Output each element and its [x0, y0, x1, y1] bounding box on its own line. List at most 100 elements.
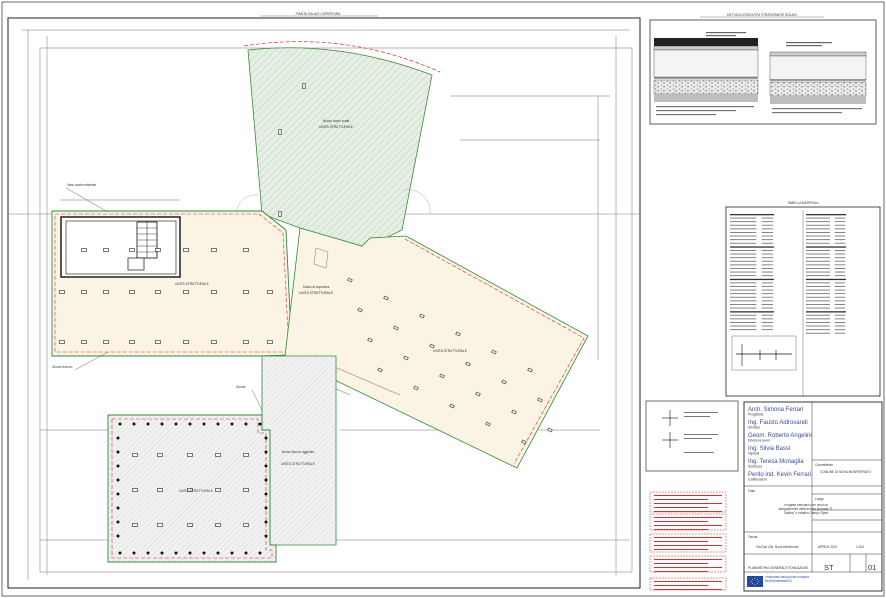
table-text-line [806, 304, 830, 305]
table-text-line [834, 217, 846, 219]
pile-marker [116, 520, 120, 524]
table-text-line [834, 304, 846, 305]
red-note-line [654, 559, 722, 560]
table-text-line [834, 275, 846, 277]
table-text-line [761, 264, 774, 266]
pile-marker [116, 464, 120, 468]
pile-marker [264, 464, 268, 468]
table-text-line [806, 314, 830, 316]
table-text-line [730, 250, 757, 251]
table-text-line [834, 300, 846, 302]
team-role-2: Strutture [748, 426, 760, 430]
unit-label-center: UNITÀ STRUTTURALE [299, 291, 333, 295]
pile-marker [216, 422, 220, 426]
upper-label: Solaio di copertura [303, 285, 330, 289]
scale-value: 1:100 [856, 545, 864, 549]
table-text-line [730, 304, 757, 305]
pile-marker [230, 551, 234, 555]
red-note-line [654, 525, 722, 526]
existing-stair-room [60, 216, 181, 278]
table-text-line [761, 271, 774, 273]
lower-mid-label: Nuovo blocco aggiunto [282, 450, 315, 454]
table-text-line [806, 332, 830, 334]
pile-marker [146, 551, 150, 555]
team-role-6: Collaboratore [748, 478, 767, 482]
table-text-line [806, 260, 830, 262]
table-text-line [806, 264, 830, 266]
column-marker [129, 248, 135, 252]
table-text-line [730, 260, 757, 262]
lower-mid-unit: UNITÀ STRUTTURALE [281, 462, 315, 466]
project-description: Progetto esecutivo per lavori di adeguam… [778, 504, 834, 515]
team-role-5: Sicurezza [748, 465, 762, 469]
table-text-line [806, 221, 830, 223]
table-text-line [730, 271, 757, 273]
column-marker [155, 248, 161, 252]
column-marker [59, 340, 65, 344]
client-name: COMUNE DI NOVA MONFERRATO [820, 470, 872, 474]
plan-title: PIANTA SOLAIO COPERTURA [296, 12, 342, 16]
pile-marker [116, 436, 120, 440]
column-marker [157, 488, 163, 492]
table-text-line [730, 232, 757, 233]
detail-panel: DETTAGLI ESECUTIVI STRATIGRAFIE SOLAIO [649, 13, 877, 125]
pile-marker [230, 422, 234, 426]
table-text-line [834, 314, 846, 316]
table-title: TABELLA MATERIALI [787, 201, 818, 205]
table-text-line [730, 300, 757, 302]
table-text-line [761, 257, 774, 259]
technical-drawing: PIANTA SOLAIO COPERTURA Nuovo corpo scal… [1, 1, 885, 597]
title-block: Arch. Simona Ferrari Progettista Ing. Fa… [743, 401, 883, 592]
table-text-line [730, 214, 774, 216]
table-text-line [834, 253, 846, 255]
column-marker [267, 340, 273, 344]
team-role-1: Progettista [748, 413, 763, 417]
column-marker [211, 290, 217, 294]
pile-marker [160, 422, 164, 426]
pile-marker [118, 551, 122, 555]
red-note-line [654, 589, 722, 590]
table-text-line [730, 282, 757, 284]
table-text-line [761, 221, 774, 223]
column-marker [243, 248, 249, 252]
table-text-line [761, 296, 774, 298]
pile-marker [258, 551, 262, 555]
funding-text-box: Finanziato dall'Unione europea NextGener… [765, 576, 809, 583]
table-text-line [806, 286, 830, 287]
funding-text: Finanziato dall'Unione europea NextGener… [765, 576, 809, 583]
table-text-line [806, 235, 830, 237]
column-marker [129, 290, 135, 294]
pile-marker [116, 478, 120, 482]
drawing-title: PLANIMETRIA GENERALE FONDAZIONI [748, 566, 808, 570]
pile-marker [264, 478, 268, 482]
column-marker [215, 488, 221, 492]
column-marker [243, 453, 249, 457]
table-text-line [761, 260, 774, 262]
column-marker [155, 290, 161, 294]
red-note-line [654, 507, 708, 508]
column-marker [103, 290, 109, 294]
table-text-line [806, 242, 830, 244]
column-marker [183, 248, 189, 252]
table-text-line [806, 246, 846, 248]
table-text-line [834, 296, 846, 298]
table-text-line [806, 217, 830, 219]
eu-logo [747, 576, 763, 587]
column-marker [59, 290, 65, 294]
table-text-line [834, 293, 846, 295]
callout-left-mid: Giunto tecnico [52, 365, 73, 369]
pile-marker [118, 422, 122, 426]
table-text-line [834, 289, 846, 291]
table-text-line [730, 239, 757, 241]
column-marker [243, 290, 249, 294]
table-text-line [806, 275, 830, 277]
column-marker [81, 290, 87, 294]
table-text-line [730, 221, 757, 223]
pile-marker [244, 551, 248, 555]
pile-marker [264, 436, 268, 440]
table-text-line [761, 307, 774, 309]
table-text-line [806, 311, 846, 313]
column-marker [155, 340, 161, 344]
column-marker [81, 248, 87, 252]
table-text-line [806, 268, 830, 269]
